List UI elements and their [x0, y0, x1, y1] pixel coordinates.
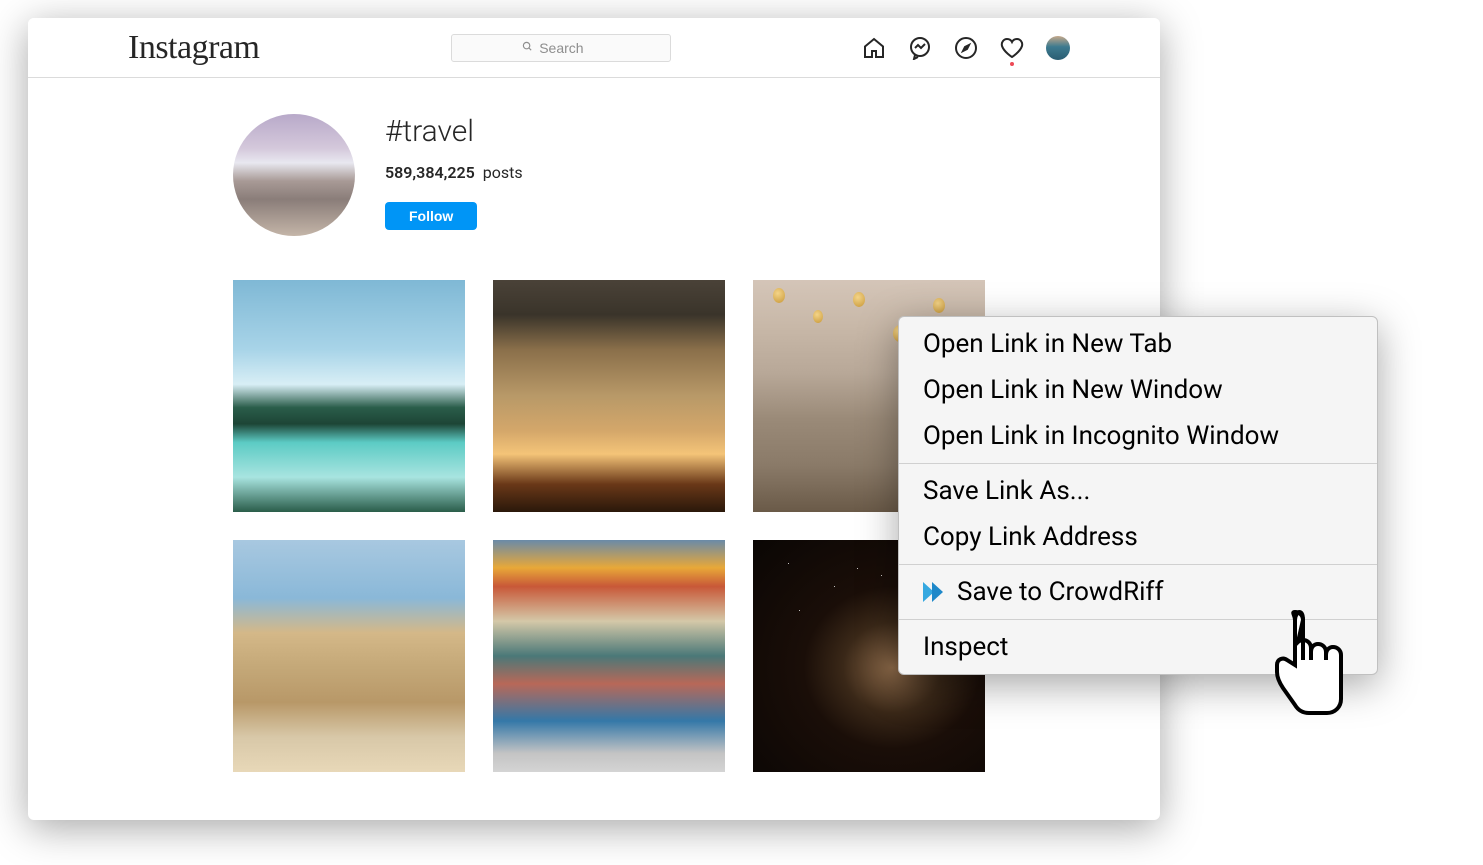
posts-label: posts [483, 163, 523, 182]
activity-heart-icon[interactable] [1000, 36, 1024, 60]
menu-divider [899, 463, 1377, 464]
hashtag-avatar[interactable] [233, 114, 355, 236]
menu-inspect[interactable]: Inspect [899, 624, 1377, 670]
context-menu: Open Link in New Tab Open Link in New Wi… [898, 316, 1378, 675]
post-thumbnail[interactable] [493, 280, 725, 512]
post-count-number: 589,384,225 [385, 163, 475, 182]
profile-header: #travel 589,384,225 posts Follow [233, 114, 1160, 236]
post-thumbnail[interactable] [233, 280, 465, 512]
menu-divider [899, 619, 1377, 620]
post-thumbnail[interactable] [233, 540, 465, 772]
notification-dot [1010, 62, 1014, 66]
post-thumbnail[interactable] [493, 540, 725, 772]
crowdriff-icon [923, 580, 947, 604]
follow-button[interactable]: Follow [385, 202, 477, 230]
instagram-logo[interactable]: Instagram [128, 29, 259, 67]
search-field[interactable] [451, 34, 671, 62]
post-count-line: 589,384,225 posts [385, 163, 523, 182]
top-navigation-bar: Instagram [28, 18, 1160, 78]
menu-open-new-tab[interactable]: Open Link in New Tab [899, 321, 1377, 367]
explore-icon[interactable] [954, 36, 978, 60]
profile-info: #travel 589,384,225 posts Follow [385, 114, 523, 236]
user-avatar[interactable] [1046, 36, 1070, 60]
menu-open-incognito[interactable]: Open Link in Incognito Window [899, 413, 1377, 459]
hashtag-title: #travel [385, 114, 523, 149]
nav-icons-group [862, 36, 1070, 60]
menu-divider [899, 564, 1377, 565]
search-input[interactable] [539, 40, 599, 56]
menu-save-link-as[interactable]: Save Link As... [899, 468, 1377, 514]
messenger-icon[interactable] [908, 36, 932, 60]
search-icon [522, 41, 533, 55]
menu-save-to-crowdriff[interactable]: Save to CrowdRiff [899, 569, 1377, 615]
crowdriff-label: Save to CrowdRiff [957, 577, 1164, 607]
menu-copy-link-address[interactable]: Copy Link Address [899, 514, 1377, 560]
home-icon[interactable] [862, 36, 886, 60]
menu-open-new-window[interactable]: Open Link in New Window [899, 367, 1377, 413]
